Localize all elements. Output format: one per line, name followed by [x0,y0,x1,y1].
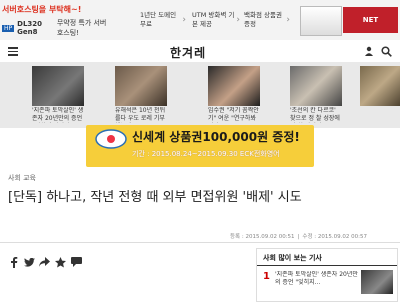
registered-date: 등록 : 2015.09.02 00:51 [230,234,295,240]
news-thumbnail[interactable] [115,66,167,106]
promo-domain[interactable]: 1년단 도메인 무료 › [140,4,186,36]
news-thumbnail[interactable] [208,66,260,106]
popular-article-thumbnail[interactable] [361,270,393,294]
news-thumbnail[interactable] [32,66,84,106]
banner-subtitle: 기간 : 2015.08.24~2015.09.30 ECK전화영어 [132,150,280,158]
user-icon[interactable] [364,46,374,56]
chevron-right-icon: › [286,14,290,25]
news-caption[interactable]: 유해석은 10년 천뒤를다 우도 로레 기부했는데 [115,107,167,123]
news-caption[interactable]: '지존파 토막살인' 생존자 20년만의 증언 "잊히지 않았다" [32,107,84,123]
news-thumbnail[interactable] [360,66,400,106]
hosting-ad-title: 서버호스팅을 부탁해~! [2,5,82,14]
computer-image [300,6,342,36]
hp-logo-icon: HP [2,24,15,32]
bookmark-icon[interactable] [54,256,66,268]
chevron-right-icon: › [236,14,240,25]
popular-articles-box: 사회 많이 보는 기사 1 '지존파 토막살인' 생존자 20년만의 증언 "잊… [256,248,398,302]
chevron-right-icon: › [182,14,186,25]
hosting-ad-tagline: 무약정 특가 서버호스팅! [56,19,107,37]
section-label[interactable]: 사회 교육 [8,173,36,183]
gift-card-banner[interactable]: 신세계 상품권100,000원 증정! 기간 : 2015.08.24~2015… [86,125,314,167]
divider [0,242,400,243]
site-logo[interactable]: 한겨레 [170,44,206,61]
search-icon[interactable] [381,46,392,57]
modified-date: 수정 : 2015.09.02 00:57 [302,234,367,240]
popular-article-link[interactable]: '지존파 토막살인' 생존자 20년만의 증언 "잊히지... [275,271,359,288]
ad-brand-logo[interactable]: NET [343,7,398,33]
article-headline: [단독] 하나고, 작년 전형 때 외부 면접위원 '배제' 시도 [8,190,302,205]
hosting-ad-model: DL320 Gen8 [17,20,43,36]
news-thumbnail[interactable] [290,66,342,106]
news-caption[interactable]: 임수권 "저기 꼼짝안기" 여운 "연구하봐줬다" [208,107,260,123]
date-separator: | [297,234,300,240]
menu-icon[interactable] [8,47,18,56]
facebook-icon[interactable] [8,256,20,268]
divider [257,265,397,266]
popular-title: 사회 많이 보는 기사 [263,254,322,262]
rank-number: 1 [263,271,270,282]
share-icon[interactable] [38,256,50,268]
eck-logo-icon [95,129,127,149]
promo-giftcard[interactable]: 백화점 상품권 증정 › [244,4,290,36]
promo-firewall[interactable]: UTM 방화벽 기본 제공 › [192,4,240,36]
news-caption[interactable]: '조선의 칸 다르코' 찾으로 정 찰 성장에서 처 갈림길 [290,107,342,123]
article-dates: 등록 : 2015.09.02 00:51 | 수정 : 2015.09.02 00… [230,232,367,240]
hosting-ad[interactable]: 서버호스팅을 부탁해~! HP DL320 Gen8 무약정 특가 서버호스팅! [2,4,112,37]
twitter-icon[interactable] [23,256,35,268]
banner-title: 신세계 상품권100,000원 증정! [132,130,300,144]
comment-icon[interactable] [70,256,82,268]
